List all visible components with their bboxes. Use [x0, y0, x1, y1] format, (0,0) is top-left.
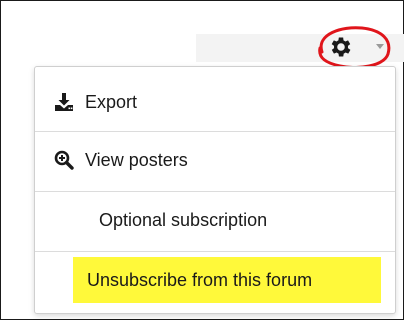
menu-item-export[interactable]: Export [35, 73, 395, 131]
download-icon [53, 91, 75, 113]
menu-item-label: Optional subscription [99, 209, 268, 230]
menu-item-label: Unsubscribe from this forum [87, 269, 313, 290]
settings-dropdown-menu: Export View posters Optional subscriptio… [34, 66, 396, 314]
highlight-marker: Unsubscribe from this forum [73, 257, 381, 303]
menu-item-optional-subscription[interactable]: Optional subscription [35, 191, 395, 249]
highlight-annotation-ring [318, 26, 391, 69]
menu-item-view-posters[interactable]: View posters [35, 131, 395, 189]
menu-item-label: Export [85, 91, 138, 112]
zoom-in-icon [53, 149, 75, 171]
menu-item-unsubscribe[interactable]: Unsubscribe from this forum [35, 251, 395, 309]
menu-item-label: View posters [85, 149, 188, 170]
